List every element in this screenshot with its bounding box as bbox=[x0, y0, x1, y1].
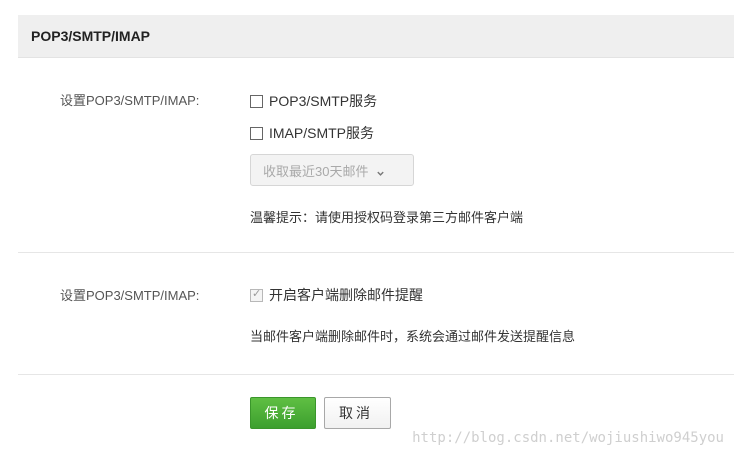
checkmark-icon: ✓ bbox=[252, 287, 262, 300]
panel-header: POP3/SMTP/IMAP bbox=[18, 15, 734, 58]
protocol-settings-section: 设置POP3/SMTP/IMAP: POP3/SMTP服务 IMAP/SMTP服… bbox=[18, 58, 734, 253]
page: POP3/SMTP/IMAP 设置POP3/SMTP/IMAP: POP3/SM… bbox=[0, 0, 734, 456]
delete-notice-label: 设置POP3/SMTP/IMAP: bbox=[60, 288, 200, 303]
delete-notice-option[interactable]: ✓ 开启客户端删除邮件提醒 bbox=[250, 285, 423, 305]
imap-smtp-label: IMAP/SMTP服务 bbox=[269, 125, 375, 141]
auth-code-hint: 温馨提示：请使用授权码登录第三方邮件客户端 bbox=[250, 210, 524, 225]
pop3-smtp-label: POP3/SMTP服务 bbox=[269, 93, 378, 109]
delete-notice-option-label: 开启客户端删除邮件提醒 bbox=[269, 287, 423, 303]
delete-notice-checkbox[interactable]: ✓ bbox=[250, 287, 263, 302]
settings-panel: POP3/SMTP/IMAP 设置POP3/SMTP/IMAP: POP3/SM… bbox=[18, 15, 734, 456]
delete-notice-section: 设置POP3/SMTP/IMAP: ✓ 开启客户端删除邮件提醒 当邮件客户端删除… bbox=[18, 253, 734, 375]
pop3-smtp-option[interactable]: POP3/SMTP服务 bbox=[250, 91, 377, 111]
save-button[interactable]: 保存 bbox=[250, 397, 316, 429]
watermark-text: http://blog.csdn.net/wojiushiwo945you bbox=[412, 430, 724, 446]
imap-smtp-checkbox[interactable] bbox=[250, 126, 263, 140]
receive-range-select[interactable]: 收取最近30天邮件 bbox=[250, 154, 414, 186]
delete-notice-hint: 当邮件客户端删除邮件时，系统会通过邮件发送提醒信息 bbox=[250, 329, 576, 344]
cancel-button[interactable]: 取消 bbox=[324, 397, 391, 429]
pop3-smtp-checkbox[interactable] bbox=[250, 94, 263, 108]
receive-range-value: 收取最近30天邮件 bbox=[263, 163, 369, 179]
protocol-settings-label: 设置POP3/SMTP/IMAP: bbox=[60, 93, 200, 108]
imap-smtp-option[interactable]: IMAP/SMTP服务 bbox=[250, 123, 374, 143]
panel-title: POP3/SMTP/IMAP bbox=[31, 28, 151, 44]
chevron-down-icon bbox=[376, 166, 385, 176]
